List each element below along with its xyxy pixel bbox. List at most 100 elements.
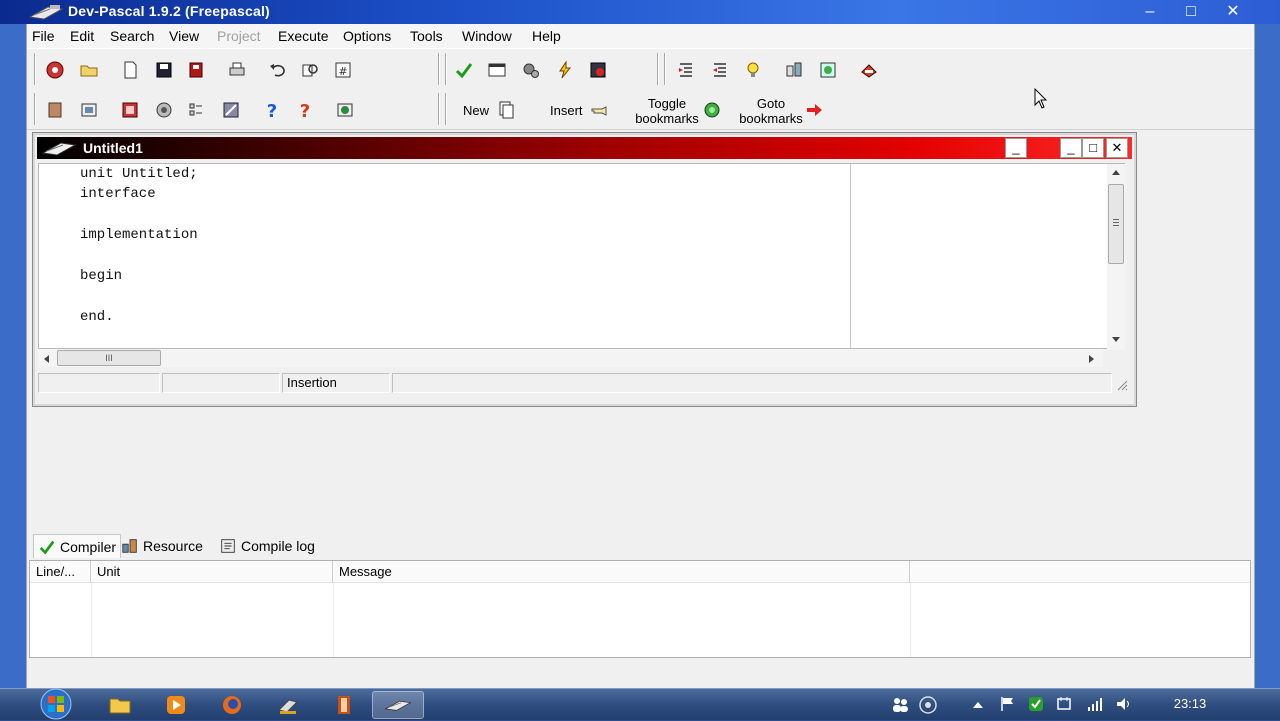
- resize-grip-icon[interactable]: [1116, 379, 1128, 391]
- column-divider: [910, 583, 911, 657]
- vertical-scrollbar[interactable]: [1107, 164, 1125, 350]
- column-message[interactable]: Message: [333, 561, 910, 583]
- toolbar-grip[interactable]: [438, 93, 440, 125]
- users-tray-icon[interactable]: [890, 695, 910, 715]
- rebuild-button[interactable]: [552, 57, 578, 83]
- undo-button[interactable]: [264, 57, 290, 83]
- column-unit[interactable]: Unit: [91, 561, 333, 583]
- class-browser-button[interactable]: [781, 57, 807, 83]
- add-to-project-button[interactable]: [76, 97, 102, 123]
- new-label[interactable]: New: [463, 103, 489, 118]
- device-icon: [1057, 697, 1071, 710]
- taskbar-clock[interactable]: 23:13: [1160, 696, 1220, 711]
- compile-run-button[interactable]: [518, 57, 544, 83]
- scroll-left-icon[interactable]: [42, 354, 50, 364]
- unindent-button[interactable]: [707, 57, 733, 83]
- horizontal-scroll-thumb[interactable]: III: [57, 350, 161, 366]
- toggle-bookmarks-dropdown[interactable]: [699, 97, 725, 123]
- new-project-button[interactable]: [42, 57, 68, 83]
- menu-search[interactable]: Search: [110, 28, 154, 44]
- help-context-button[interactable]: ?: [292, 97, 318, 123]
- project-options-button[interactable]: [42, 97, 68, 123]
- debug-button[interactable]: [585, 57, 611, 83]
- run-button[interactable]: [484, 57, 510, 83]
- taskbar-app[interactable]: [262, 691, 314, 719]
- tools-button[interactable]: [856, 57, 882, 83]
- show-hidden-icons[interactable]: [968, 695, 988, 715]
- maximize-icon[interactable]: □: [1178, 1, 1204, 23]
- network-tray-icon[interactable]: [918, 695, 938, 715]
- menu-tools[interactable]: Tools: [410, 28, 443, 44]
- toolbar-grip[interactable]: [438, 53, 440, 85]
- minimize-icon[interactable]: –: [1137, 1, 1163, 23]
- menu-options[interactable]: Options: [343, 28, 391, 44]
- indent-button[interactable]: [673, 57, 699, 83]
- taskbar-dev-pascal[interactable]: [372, 691, 424, 719]
- tab-resource[interactable]: Resource: [121, 534, 203, 558]
- code-editor[interactable]: unit Untitled; interface implementation …: [38, 163, 1125, 350]
- windows-start-icon[interactable]: [36, 687, 76, 721]
- compile-file-button[interactable]: [151, 97, 177, 123]
- menu-window[interactable]: Window: [462, 28, 512, 44]
- new-file-button[interactable]: [117, 57, 143, 83]
- action-center-icon[interactable]: [998, 695, 1018, 715]
- horizontal-scrollbar[interactable]: III: [38, 349, 1103, 367]
- goto-line-button[interactable]: #: [330, 57, 356, 83]
- open-button[interactable]: [76, 57, 102, 83]
- menu-edit[interactable]: Edit: [70, 28, 94, 44]
- column-line[interactable]: Line/...: [30, 561, 91, 583]
- menu-project[interactable]: Project: [217, 28, 261, 44]
- taskbar-media-player[interactable]: [150, 691, 202, 719]
- compile-button[interactable]: [451, 57, 477, 83]
- find-button[interactable]: [297, 57, 323, 83]
- toolbar-grip[interactable]: [445, 53, 447, 85]
- remove-from-project-button[interactable]: [117, 97, 143, 123]
- close-file-button[interactable]: [183, 57, 209, 83]
- tip-button[interactable]: [740, 57, 766, 83]
- scroll-down-icon[interactable]: [1111, 336, 1121, 344]
- taskbar-explorer[interactable]: [94, 691, 146, 719]
- parameters-button[interactable]: [183, 97, 209, 123]
- menu-execute[interactable]: Execute: [278, 28, 329, 44]
- toolbar-grip[interactable]: [445, 93, 447, 125]
- toolbar-grip[interactable]: [657, 53, 659, 85]
- goto-bookmarks-dropdown[interactable]: [801, 97, 827, 123]
- vertical-scroll-thumb[interactable]: [1108, 184, 1124, 264]
- menu-view[interactable]: View: [169, 28, 199, 44]
- taskbar-firefox[interactable]: [206, 691, 258, 719]
- scroll-up-icon[interactable]: [1111, 168, 1121, 176]
- menu-help[interactable]: Help: [532, 28, 561, 44]
- insert-label[interactable]: Insert: [550, 103, 583, 118]
- close-icon[interactable]: ✕: [1220, 1, 1246, 23]
- help-button[interactable]: ?: [259, 97, 285, 123]
- editor-minimize-icon[interactable]: _: [1005, 138, 1027, 158]
- about-button[interactable]: [332, 97, 358, 123]
- tab-compiler[interactable]: Compiler: [33, 534, 122, 558]
- scroll-right-icon[interactable]: [1088, 354, 1096, 364]
- remove-from-project-icon: [122, 102, 138, 118]
- editor-maximize-icon[interactable]: □: [1082, 138, 1104, 158]
- volume-tray-icon[interactable]: [1114, 695, 1134, 715]
- editor-close-icon[interactable]: ✕: [1106, 138, 1128, 158]
- insert-dropdown-button[interactable]: [587, 97, 613, 123]
- editor-min-icon[interactable]: _: [1060, 138, 1082, 158]
- app-title-bar[interactable]: Dev-Pascal 1.9.2 (Freepascal) – □ ✕: [0, 0, 1280, 24]
- environment-button[interactable]: [815, 57, 841, 83]
- debug-options-button[interactable]: [218, 97, 244, 123]
- save-button[interactable]: [151, 57, 177, 83]
- toolbar-grip[interactable]: [34, 53, 36, 85]
- update-tray-icon[interactable]: [1026, 695, 1046, 715]
- toolbar-grip[interactable]: [34, 93, 36, 125]
- tab-compile-log[interactable]: Compile log: [219, 534, 315, 558]
- compiler-messages-list[interactable]: Line/... Unit Message: [29, 560, 1251, 658]
- new-dropdown-button[interactable]: [493, 97, 519, 123]
- editor-title-bar[interactable]: Untitled1 _ _ □ ✕: [37, 137, 1132, 159]
- device-tray-icon[interactable]: [1054, 695, 1074, 715]
- signal-tray-icon[interactable]: [1085, 695, 1105, 715]
- menu-file[interactable]: File: [32, 28, 55, 44]
- toolbar-grip[interactable]: [664, 53, 666, 85]
- goto-bookmarks-button[interactable]: Goto bookmarks: [733, 96, 809, 126]
- toggle-bookmarks-button[interactable]: Toggle bookmarks: [629, 96, 705, 126]
- print-button[interactable]: [224, 57, 250, 83]
- taskbar-film[interactable]: [318, 691, 370, 719]
